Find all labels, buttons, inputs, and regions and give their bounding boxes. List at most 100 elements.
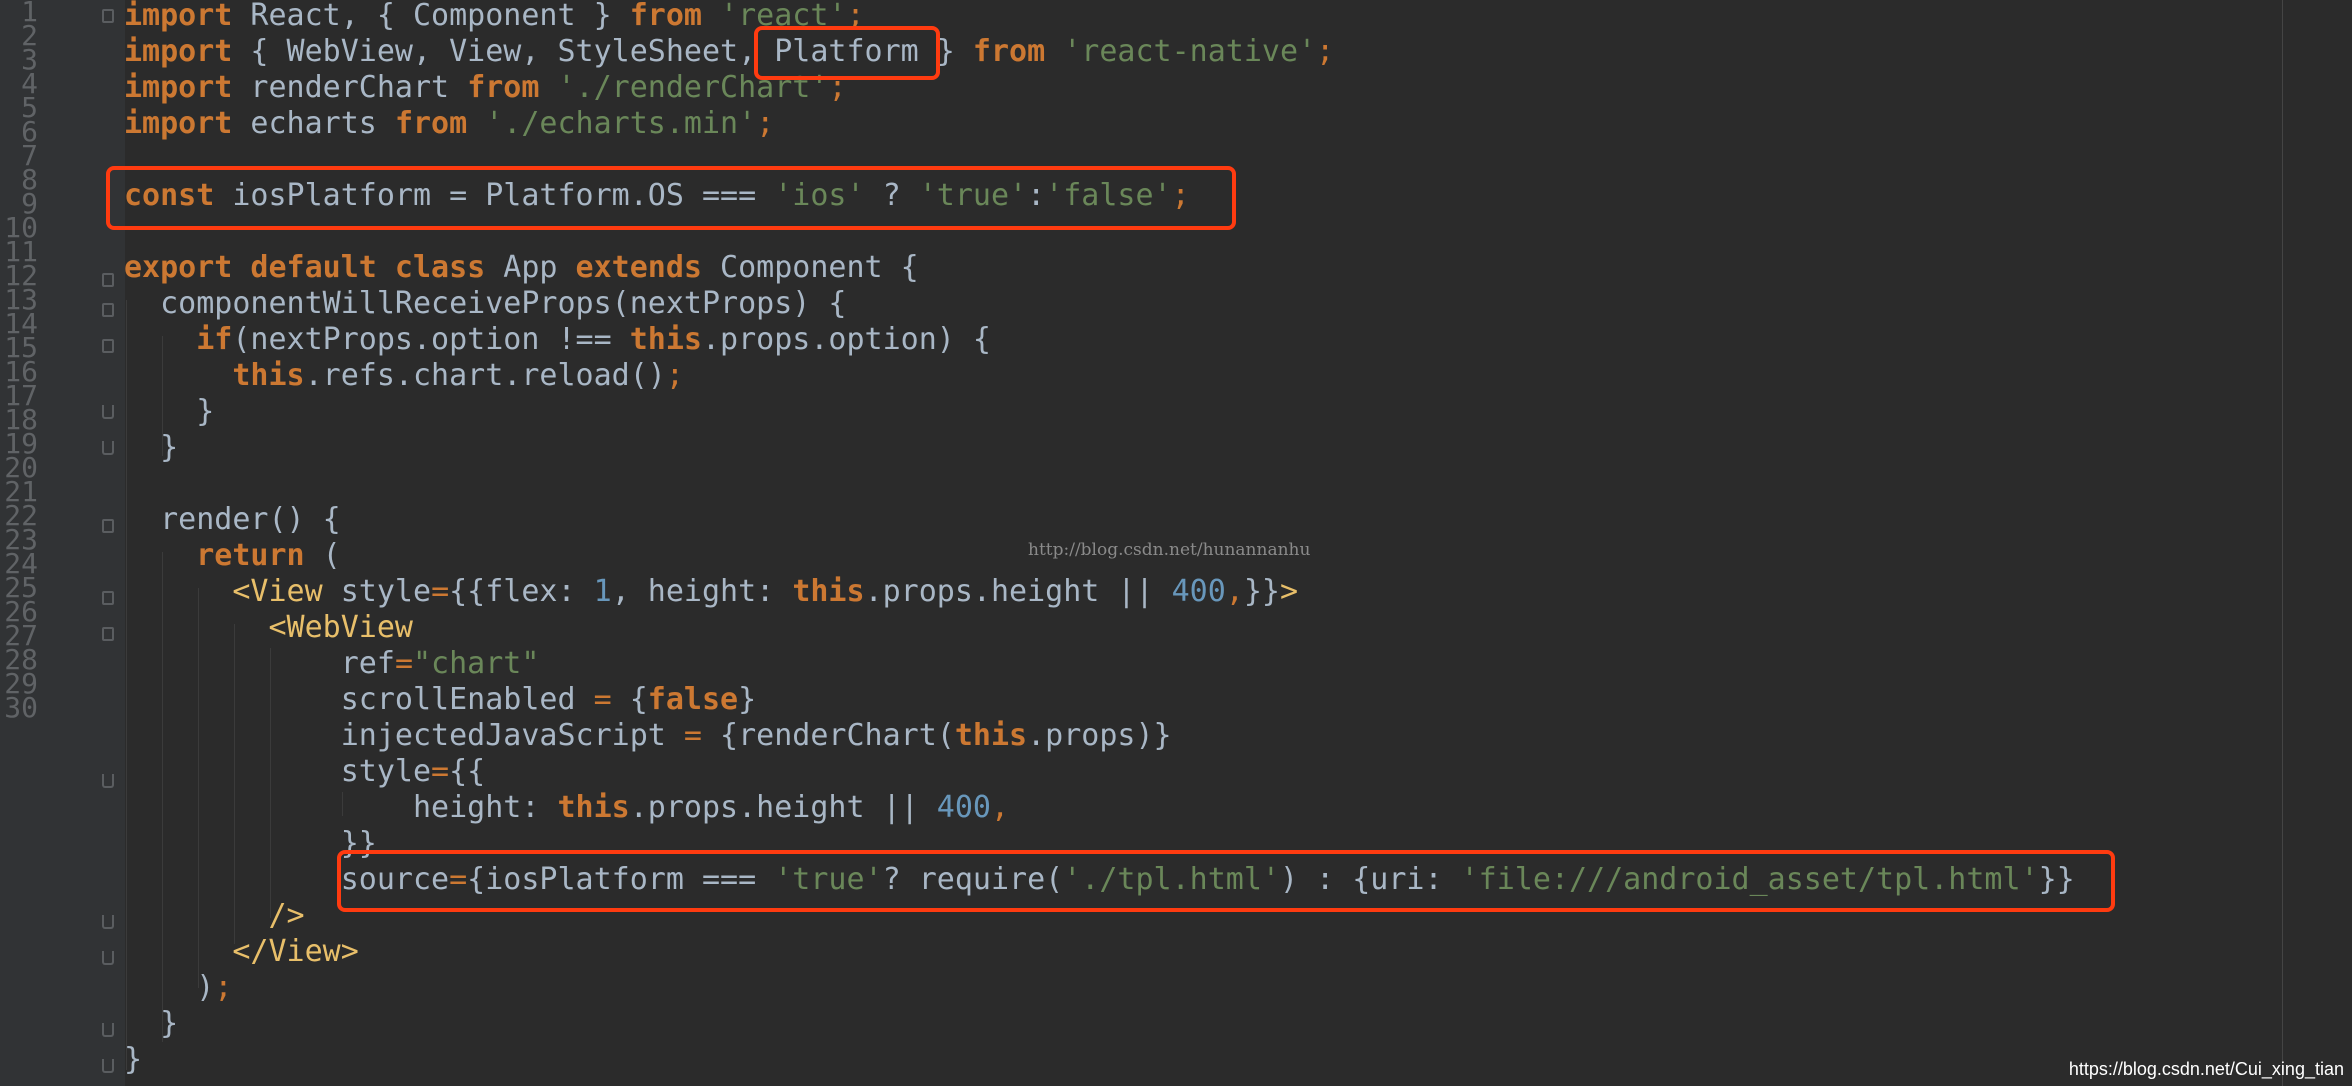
number: 400 bbox=[936, 790, 991, 825]
keyword: export default class bbox=[124, 250, 486, 285]
code-text: {{ bbox=[449, 754, 486, 789]
keyword: import bbox=[124, 106, 233, 141]
fold-icon[interactable] bbox=[102, 303, 114, 317]
fold-icon[interactable] bbox=[102, 519, 114, 533]
code-text: .props.option) { bbox=[701, 322, 991, 357]
code-text: .props.height || bbox=[864, 574, 1172, 609]
fold-end-icon[interactable] bbox=[102, 915, 114, 929]
string: 'react-native' bbox=[1063, 34, 1317, 69]
punctuation: = bbox=[683, 718, 702, 753]
keyword: import bbox=[124, 34, 233, 69]
code-text: .props)} bbox=[1027, 718, 1172, 753]
code-line: ref="chart" bbox=[124, 646, 540, 682]
keyword: this bbox=[232, 358, 305, 393]
fold-icon[interactable] bbox=[102, 339, 114, 353]
code-text: render() { bbox=[124, 502, 341, 537]
code-line: </View> bbox=[124, 934, 358, 970]
code-text: {renderChart( bbox=[701, 718, 955, 753]
code-line: render() { bbox=[124, 502, 341, 538]
punctuation: , bbox=[1225, 574, 1244, 609]
jsx-attr: scrollEnabled bbox=[124, 682, 594, 717]
platform-highlight-box bbox=[754, 26, 940, 80]
code-text: React, { Component } bbox=[232, 0, 630, 33]
keyword: from bbox=[972, 34, 1046, 69]
keyword: if bbox=[196, 322, 233, 357]
keyword: this bbox=[629, 322, 702, 357]
code-text: { bbox=[611, 682, 648, 717]
fold-icon[interactable] bbox=[102, 9, 114, 23]
keyword: this bbox=[557, 790, 630, 825]
code-line: } bbox=[124, 1042, 142, 1078]
code-line: } bbox=[124, 1006, 178, 1042]
keyword: this bbox=[954, 718, 1028, 753]
keyword: from bbox=[467, 70, 540, 105]
code-line: /> bbox=[124, 898, 305, 934]
code-text: Component { bbox=[701, 250, 919, 285]
fold-end-icon[interactable] bbox=[102, 774, 114, 788]
fold-end-icon[interactable] bbox=[102, 951, 114, 965]
code-text: componentWillReceiveProps(nextProps) { bbox=[124, 286, 847, 321]
line-number: 30 bbox=[4, 691, 38, 724]
ios-platform-highlight-box bbox=[106, 166, 1236, 230]
punctuation: ; bbox=[665, 358, 684, 393]
code-text: , height: bbox=[611, 574, 793, 609]
code-line: return ( bbox=[124, 538, 341, 574]
code-line: ); bbox=[124, 970, 232, 1006]
jsx-attr: style bbox=[322, 574, 432, 609]
code-line: import React, { Component } from 'react'… bbox=[124, 0, 865, 34]
code-text: .props.height || bbox=[629, 790, 937, 825]
code-line: import echarts from './echarts.min'; bbox=[124, 106, 774, 142]
fold-end-icon[interactable] bbox=[102, 1023, 114, 1037]
jsx-tag: /> bbox=[268, 898, 305, 933]
code-line: componentWillReceiveProps(nextProps) { bbox=[124, 286, 846, 322]
keyword: this bbox=[792, 574, 865, 609]
punctuation: = bbox=[431, 574, 450, 609]
punctuation: , bbox=[990, 790, 1010, 825]
code-text: }} bbox=[1243, 574, 1280, 609]
fold-icon[interactable] bbox=[102, 591, 114, 605]
code-text: } bbox=[124, 1006, 179, 1041]
keyword: import bbox=[124, 0, 233, 33]
code-line: if(nextProps.option !== this.props.optio… bbox=[124, 322, 991, 358]
jsx-tag: <WebView bbox=[268, 610, 414, 645]
string: './echarts.min' bbox=[485, 106, 757, 141]
jsx-attr: style bbox=[124, 754, 432, 789]
keyword: import bbox=[124, 70, 233, 105]
fold-icon[interactable] bbox=[102, 273, 114, 287]
code-text: echarts bbox=[232, 106, 395, 141]
number: 1 bbox=[593, 574, 612, 609]
punctuation: = bbox=[593, 682, 612, 717]
code-text: } bbox=[124, 394, 215, 429]
punctuation: ; bbox=[1316, 34, 1335, 69]
punctuation: ; bbox=[756, 106, 775, 141]
code-text: } bbox=[738, 682, 757, 717]
code-line: } bbox=[124, 394, 214, 430]
keyword: false bbox=[647, 682, 739, 717]
fold-end-icon[interactable] bbox=[102, 405, 114, 419]
code-line: import { WebView, View, StyleSheet, Plat… bbox=[124, 34, 1334, 70]
jsx-tag: <View bbox=[232, 574, 323, 609]
code-text: } bbox=[124, 430, 179, 465]
code-line: height: this.props.height || 400, bbox=[124, 790, 1009, 826]
code-text: {{flex: bbox=[449, 574, 594, 609]
punctuation: ; bbox=[214, 970, 233, 1005]
code-text: App bbox=[485, 250, 576, 285]
code-line: } bbox=[124, 430, 178, 466]
fold-icon[interactable] bbox=[102, 627, 114, 641]
jsx-tag: > bbox=[1279, 574, 1299, 609]
fold-end-icon[interactable] bbox=[102, 1059, 114, 1073]
punctuation: = bbox=[394, 646, 413, 681]
punctuation: = bbox=[431, 754, 450, 789]
code-text: } bbox=[124, 1042, 143, 1077]
fold-end-icon[interactable] bbox=[102, 441, 114, 455]
code-text: height: bbox=[124, 790, 558, 825]
code-line: <WebView bbox=[124, 610, 414, 646]
code-line: import renderChart from './renderChart'; bbox=[124, 70, 847, 106]
keyword: from bbox=[629, 0, 702, 33]
